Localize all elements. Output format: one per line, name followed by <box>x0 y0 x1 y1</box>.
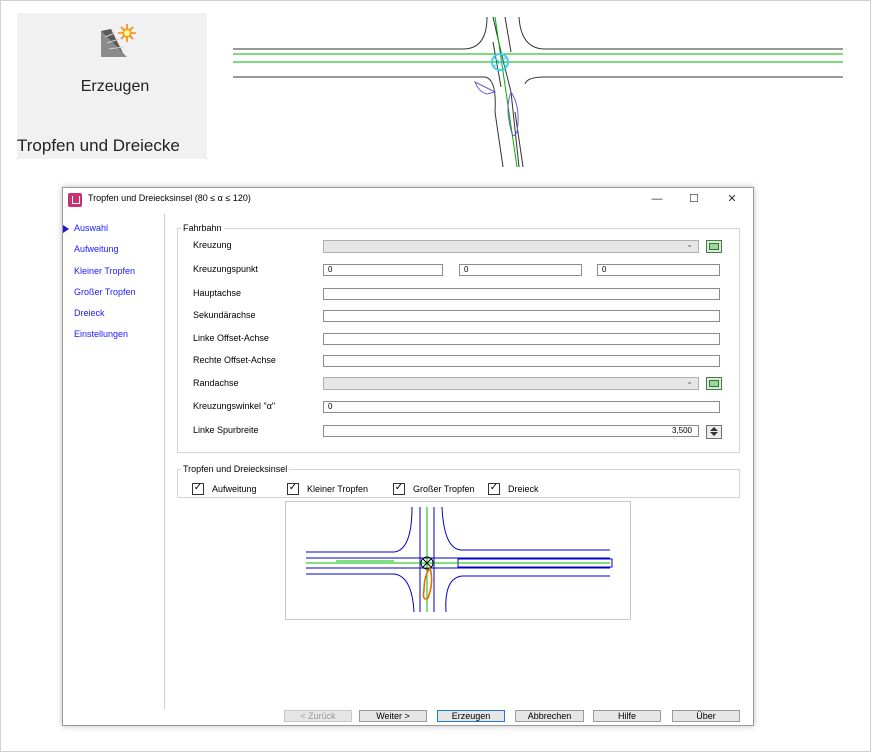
nav-divider <box>164 214 165 709</box>
next-button[interactable]: Weiter > <box>359 710 427 722</box>
maximize-button[interactable]: ☐ <box>682 191 706 207</box>
kleiner-tropfen-checkbox[interactable]: ✓ <box>287 482 299 495</box>
grosser-tropfen-checkbox[interactable]: ✓ <box>393 482 405 495</box>
erzeugen-ribbon-button[interactable]: Erzeugen <box>55 13 175 125</box>
check-icon: ✓ <box>193 482 203 493</box>
aufweitung-checkbox[interactable]: ✓ <box>192 482 204 495</box>
check-icon: ✓ <box>489 482 499 493</box>
intersection-preview-image <box>285 501 631 620</box>
sekundaerachse-label: Sekundärachse <box>193 310 256 320</box>
randachse-pick-icon[interactable] <box>706 377 722 390</box>
randachse-select[interactable]: ⌄ <box>323 377 699 390</box>
rechte-offset-achse-label: Rechte Offset-Achse <box>193 355 276 365</box>
spin-updown-icon[interactable] <box>706 425 722 439</box>
kreuzungspunkt-label: Kreuzungspunkt <box>193 264 259 274</box>
nav-item-aufweitung[interactable]: Aufweitung <box>74 244 119 254</box>
nav-item-kleiner-tropfen[interactable]: Kleiner Tropfen <box>74 266 135 276</box>
nav-item-auswahl[interactable]: Auswahl <box>74 223 108 233</box>
back-button[interactable]: < Zurück <box>284 710 352 722</box>
tropfen-dialog: Tropfen und Dreiecksinsel (80 ≤ α ≤ 120)… <box>62 187 754 726</box>
chevron-down-icon: ⌄ <box>686 377 693 386</box>
randachse-label: Randachse <box>193 378 239 388</box>
minimize-button[interactable]: — <box>645 191 669 207</box>
cad-intersection-drawing <box>233 16 843 167</box>
linke-spurbreite-input[interactable]: 3,500 <box>323 425 699 437</box>
erzeugen-ribbon-label: Erzeugen <box>80 78 150 95</box>
nav-current-arrow-icon <box>63 225 69 233</box>
dreieck-checkbox-label: Dreieck <box>508 484 539 494</box>
sekundaerachse-input[interactable] <box>323 310 720 322</box>
kreuzung-label: Kreuzung <box>193 240 232 250</box>
check-icon: ✓ <box>394 482 404 493</box>
dreieck-checkbox[interactable]: ✓ <box>488 482 500 495</box>
hauptachse-input[interactable] <box>323 288 720 300</box>
check-icon: ✓ <box>288 482 298 493</box>
kreuzungspunkt-z-input[interactable]: 0 <box>597 264 720 276</box>
nav-item-einstellungen[interactable]: Einstellungen <box>74 329 128 339</box>
grosser-tropfen-checkbox-label: Großer Tropfen <box>413 484 475 494</box>
nav-item-dreieck[interactable]: Dreieck <box>74 308 105 318</box>
kreuzung-select[interactable]: ⌄ <box>323 240 699 253</box>
insel-group-title: Tropfen und Dreiecksinsel <box>181 464 290 474</box>
ribbon-group-label: Tropfen und Dreiecke <box>17 136 180 155</box>
about-button[interactable]: Über <box>672 710 740 722</box>
ribbon-panel: Erzeugen Tropfen und Dreiecke <box>17 13 207 159</box>
linke-offset-achse-input[interactable] <box>323 333 720 345</box>
help-button[interactable]: Hilfe <box>593 710 661 722</box>
cancel-button[interactable]: Abbrechen <box>515 710 584 722</box>
kreuzungspunkt-y-input[interactable]: 0 <box>459 264 582 276</box>
app-icon <box>68 193 82 207</box>
tropfen-dreieck-icon <box>101 24 136 57</box>
dialog-titlebar: Tropfen und Dreiecksinsel (80 ≤ α ≤ 120)… <box>63 188 753 212</box>
kreuzungswinkel-input[interactable]: 0 <box>323 401 720 413</box>
kreuzungspunkt-x-input[interactable]: 0 <box>323 264 443 276</box>
nav-item-grosser-tropfen[interactable]: Großer Tropfen <box>74 287 136 297</box>
kleiner-tropfen-checkbox-label: Kleiner Tropfen <box>307 484 369 494</box>
rechte-offset-achse-input[interactable] <box>323 355 720 367</box>
close-button[interactable]: ✕ <box>720 191 744 207</box>
hauptachse-label: Hauptachse <box>193 288 242 298</box>
linke-spurbreite-label: Linke Spurbreite <box>193 425 259 435</box>
dialog-title: Tropfen und Dreiecksinsel (80 ≤ α ≤ 120) <box>88 193 251 203</box>
create-button[interactable]: Erzeugen <box>437 710 505 722</box>
fahrbahn-group-title: Fahrbahn <box>181 223 224 233</box>
aufweitung-checkbox-label: Aufweitung <box>212 484 257 494</box>
chevron-down-icon: ⌄ <box>686 240 693 249</box>
kreuzung-pick-icon[interactable] <box>706 240 722 253</box>
linke-offset-achse-label: Linke Offset-Achse <box>193 333 269 343</box>
kreuzungswinkel-label: Kreuzungswinkel "α" <box>193 401 276 411</box>
